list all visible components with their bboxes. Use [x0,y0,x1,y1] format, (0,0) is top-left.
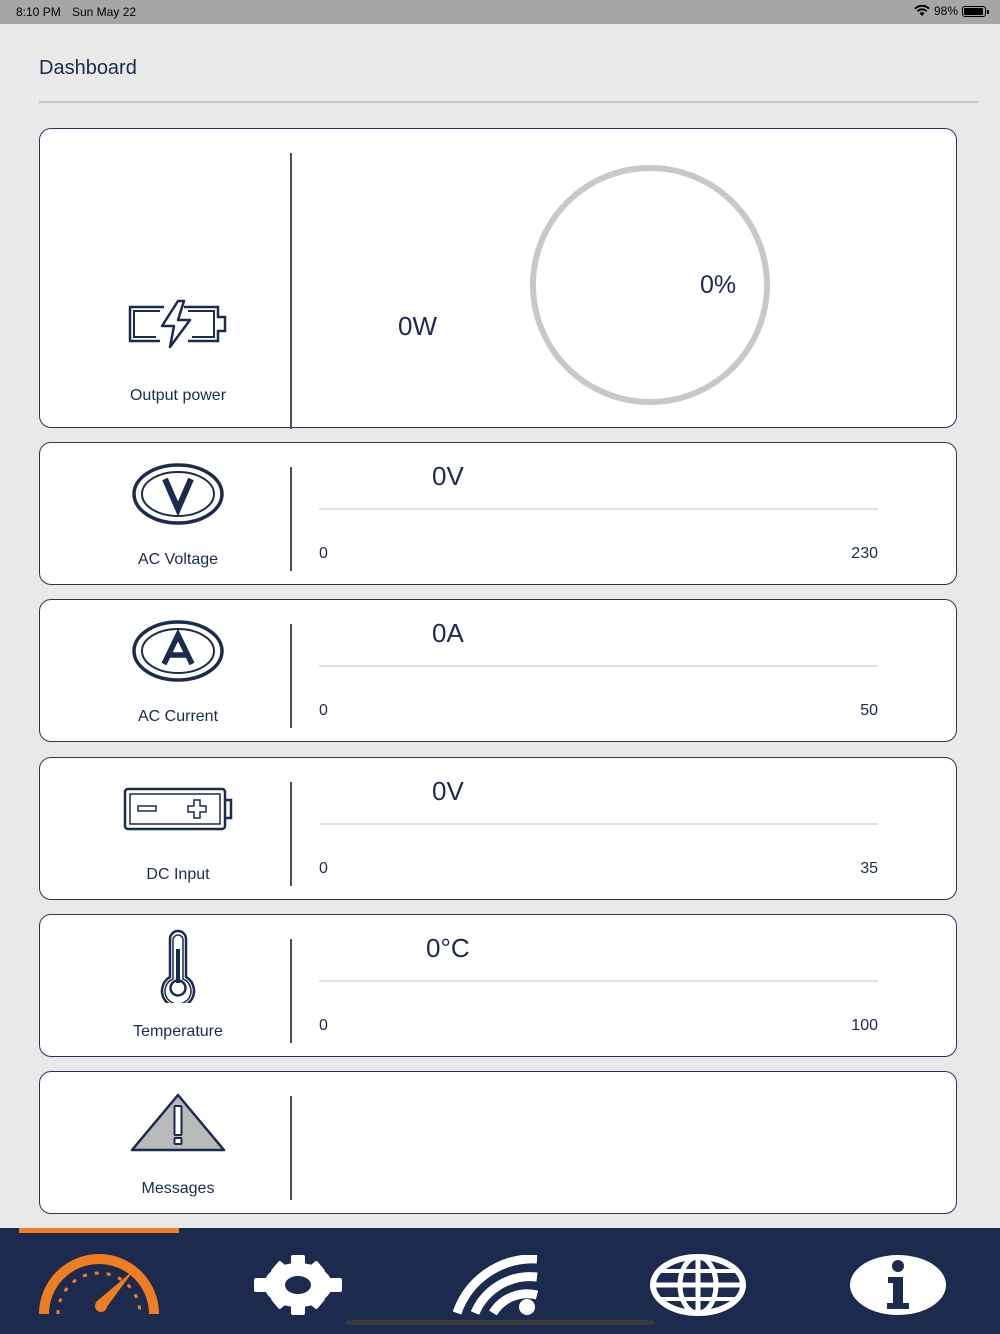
status-bar: 8:10 PM Sun May 22 98% [0,0,1000,24]
temperature-label: Temperature [133,1023,223,1040]
voltage-icon [132,463,224,525]
output-power-percent: 0% [700,271,737,299]
ac-current-min: 0 [319,702,328,719]
output-power-value: 0W [398,311,437,341]
speedometer-icon [39,1254,159,1315]
output-power-card: Output power 0W 0% [39,128,957,429]
temperature-track [319,980,878,982]
temperature-card: Temperature 0°C 0 100 [39,914,957,1057]
dc-input-value: 0V [432,776,464,806]
ampere-icon [132,620,224,682]
battery-status-icon [962,5,989,17]
messages-label: Messages [141,1180,215,1197]
ac-voltage-max: 230 [851,545,878,562]
active-tab-indicator [19,1228,179,1233]
tab-bar [0,1228,1000,1334]
status-date: Sun May 22 [72,5,137,19]
status-time: 8:10 PM [16,5,61,19]
battery-percent: 98% [933,4,958,18]
ac-current-track [319,665,878,667]
output-power-label: Output power [129,387,227,404]
card-divider [290,624,292,728]
warning-icon [130,1093,226,1152]
ac-current-card: AC Current 0A 0 50 [39,599,957,742]
tab-settings[interactable] [218,1240,378,1330]
thermometer-icon [160,929,196,1003]
card-divider [290,939,292,1043]
temperature-value: 0°C [426,933,470,963]
temperature-max: 100 [851,1017,878,1034]
wifi-icon [453,1255,539,1315]
dc-input-label: DC Input [146,866,210,883]
gear-icon [254,1255,342,1315]
tab-web[interactable] [618,1240,778,1330]
ac-current-value: 0A [432,618,464,648]
tab-info[interactable] [818,1240,978,1330]
ac-voltage-value: 0V [432,461,464,491]
temperature-min: 0 [319,1017,328,1034]
dc-input-min: 0 [319,860,328,877]
status-right: 98% [914,4,989,18]
dc-input-card: DC Input 0V 0 35 [39,757,957,900]
ac-voltage-track [319,508,878,510]
ac-voltage-min: 0 [319,545,328,562]
battery-charging-icon [128,299,227,349]
card-divider [290,782,292,886]
card-divider [290,467,292,571]
ac-current-max: 50 [860,702,878,719]
messages-card: Messages [39,1071,957,1214]
tab-dashboard[interactable] [19,1240,179,1330]
dc-input-max: 35 [860,860,878,877]
info-icon [850,1255,946,1315]
wifi-status-icon [914,5,930,16]
card-divider [290,153,292,429]
tab-connection[interactable] [418,1240,578,1330]
page-title: Dashboard [39,57,137,79]
ac-voltage-card: AC Voltage 0V 0 230 [39,442,957,585]
title-divider [39,101,978,103]
globe-icon [650,1254,746,1316]
home-indicator [346,1320,654,1325]
dc-input-track [319,823,878,825]
card-divider [290,1096,292,1200]
battery-icon [123,787,233,831]
ac-voltage-label: AC Voltage [137,551,219,568]
ac-current-label: AC Current [137,708,219,725]
